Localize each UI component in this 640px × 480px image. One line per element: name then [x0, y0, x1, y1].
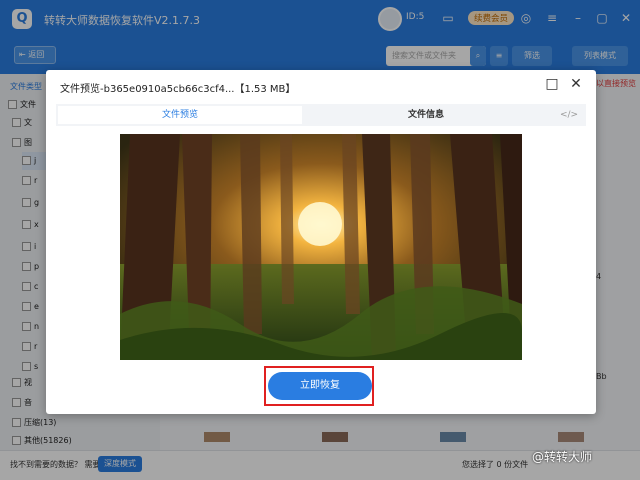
forest-photo — [120, 134, 522, 360]
preview-image — [120, 134, 522, 360]
preview-dialog: 文件预览-b365e0910a5cb66c3cf4...【1.53 MB】 □ … — [46, 70, 596, 414]
dialog-title: 文件预览-b365e0910a5cb66c3cf4...【1.53 MB】 — [60, 84, 296, 95]
code-icon[interactable]: </> — [556, 104, 582, 126]
tab-file-info[interactable]: 文件信息 — [306, 104, 546, 126]
close-icon[interactable]: ✕ — [568, 76, 584, 92]
recover-now-button[interactable]: 立即恢复 — [268, 372, 372, 400]
watermark: @转转大师 — [532, 450, 593, 464]
maximize-icon[interactable]: □ — [544, 76, 560, 92]
dialog-tabs: 文件预览 文件信息 </> — [56, 104, 586, 126]
tab-preview[interactable]: 文件预览 — [58, 106, 302, 124]
